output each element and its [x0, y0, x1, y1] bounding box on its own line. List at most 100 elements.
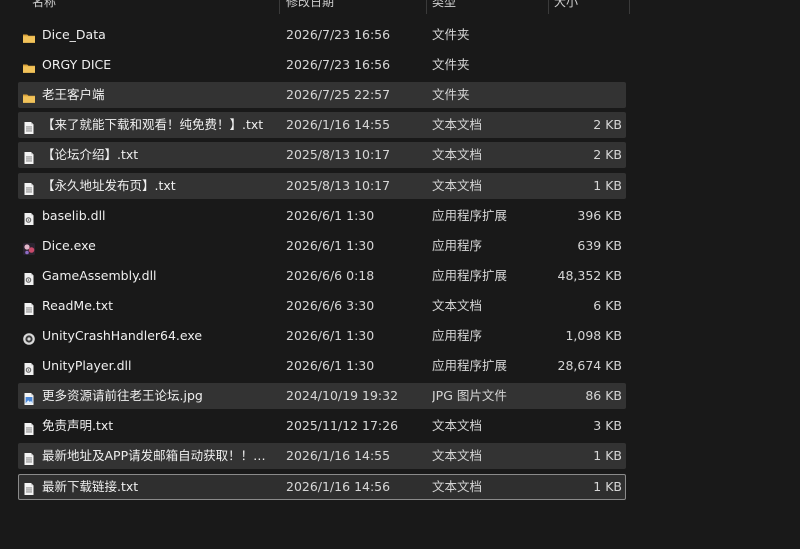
file-row[interactable]: 【来了就能下载和观看！纯免费！】.txt 2026/1/16 14:55 文本文档 2… — [18, 112, 626, 139]
text-file-icon — [22, 480, 36, 495]
file-row[interactable]: Dice.exe 2026/6/1 1:30 应用程序 639 KB — [18, 233, 626, 259]
file-name: 更多资源请前往老王论坛.jpg — [42, 388, 203, 404]
file-type: 文件夹 — [432, 87, 470, 103]
file-size: 86 KB — [585, 388, 622, 404]
file-date: 2026/7/25 22:57 — [286, 87, 391, 103]
file-type: JPG 图片文件 — [432, 388, 507, 404]
dll-file-icon — [22, 209, 36, 225]
file-date: 2026/6/6 3:30 — [286, 297, 375, 313]
file-name: 老王客户端 — [42, 87, 105, 103]
column-size[interactable]: 大小 — [554, 0, 624, 14]
file-size: 28,674 KB — [557, 358, 622, 374]
text-file-icon — [22, 419, 36, 436]
file-row[interactable]: GameAssembly.dll 2026/6/6 0:18 应用程序扩展 48,35… — [18, 263, 626, 289]
dll-file-icon — [22, 359, 36, 376]
folder-icon — [22, 28, 36, 43]
file-size: 2 KB — [593, 117, 622, 133]
file-type: 文件夹 — [432, 27, 470, 42]
file-size: 639 KB — [577, 237, 622, 253]
file-size: 1 KB — [593, 177, 622, 193]
dll-file-icon — [22, 269, 36, 285]
column-divider[interactable] — [426, 0, 427, 14]
file-date: 2026/6/1 1:30 — [286, 358, 375, 374]
column-divider[interactable] — [629, 0, 630, 14]
file-size: 1 KB — [593, 478, 622, 494]
file-name: baselib.dll — [42, 207, 106, 223]
file-row[interactable]: ORGY DICE 2026/7/23 16:56 文件夹 — [18, 52, 626, 78]
file-row[interactable]: Dice_Data 2026/7/23 16:56 文件夹 — [18, 22, 626, 48]
file-type: 文件夹 — [432, 57, 470, 73]
file-type: 文本文档 — [432, 448, 483, 464]
file-name: ReadMe.txt — [42, 297, 114, 313]
file-date: 2026/6/1 1:30 — [286, 237, 375, 253]
column-divider[interactable] — [279, 0, 280, 14]
file-type: 文本文档 — [432, 147, 483, 163]
file-row[interactable]: 最新下载链接.txt 2026/1/16 14:56 文本文档 1 KB — [18, 473, 626, 500]
file-type: 文本文档 — [432, 418, 483, 434]
file-date: 2026/6/1 1:30 — [286, 328, 375, 343]
file-name: UnityPlayer.dll — [42, 358, 132, 374]
file-date: 2026/1/16 14:55 — [286, 448, 391, 464]
folder-icon — [22, 58, 36, 73]
file-type: 应用程序扩展 — [432, 267, 508, 283]
file-size: 48,352 KB — [557, 267, 622, 283]
file-date: 2026/6/1 1:30 — [286, 207, 375, 223]
column-name[interactable]: 名称 — [32, 0, 272, 14]
text-file-icon — [22, 179, 36, 195]
file-date: 2026/1/16 14:56 — [286, 478, 391, 494]
column-type[interactable]: 类型 — [432, 0, 542, 14]
text-file-icon — [22, 148, 36, 165]
file-date: 2026/7/23 16:56 — [286, 57, 391, 73]
file-row[interactable]: UnityPlayer.dll 2026/6/1 1:30 应用程序扩展 28,674… — [18, 353, 626, 379]
file-name: 最新地址及APP请发邮箱自动获取！！！.txt — [42, 448, 277, 464]
file-type: 应用程序扩展 — [432, 358, 508, 374]
file-name: 免责声明.txt — [42, 418, 114, 434]
file-row[interactable]: 【论坛介绍】.txt 2025/8/13 10:17 文本文档 2 KB — [18, 142, 626, 169]
file-type: 文本文档 — [432, 297, 483, 313]
file-type: 应用程序 — [432, 328, 483, 343]
file-row[interactable]: ReadMe.txt 2026/6/6 3:30 文本文档 6 KB — [18, 293, 626, 319]
file-size: 6 KB — [593, 297, 622, 313]
file-name: 【来了就能下载和观看！纯免费！】.txt — [42, 117, 264, 133]
file-row[interactable]: 【永久地址发布页】.txt 2025/8/13 10:17 文本文档 1 KB — [18, 172, 626, 199]
file-name: ORGY DICE — [42, 57, 112, 73]
column-divider[interactable] — [548, 0, 549, 14]
file-size: 3 KB — [593, 418, 622, 434]
file-type: 文本文档 — [432, 117, 483, 133]
text-file-icon — [22, 118, 36, 135]
file-name: 最新下载链接.txt — [42, 478, 139, 494]
file-type: 应用程序扩展 — [432, 207, 508, 223]
file-date: 2025/11/12 17:26 — [286, 418, 399, 434]
file-size: 396 KB — [577, 207, 622, 223]
file-row[interactable]: 更多资源请前往老王论坛.jpg 2024/10/19 19:32 JPG 图片文件 8… — [18, 383, 626, 410]
unity-app-icon — [22, 329, 36, 345]
file-size: 1 KB — [593, 448, 622, 464]
file-name: Dice_Data — [42, 27, 106, 42]
file-name: 【论坛介绍】.txt — [42, 147, 139, 163]
file-row[interactable]: 免责声明.txt 2025/11/12 17:26 文本文档 3 KB — [18, 413, 626, 439]
file-date: 2026/6/6 0:18 — [286, 267, 375, 283]
text-file-icon — [22, 449, 36, 466]
file-name: 【永久地址发布页】.txt — [42, 177, 176, 193]
file-name: Dice.exe — [42, 237, 96, 253]
file-size: 2 KB — [593, 147, 622, 163]
file-date: 2025/8/13 10:17 — [286, 177, 391, 193]
file-type: 文本文档 — [432, 177, 483, 193]
folder-icon — [22, 88, 36, 103]
text-file-icon — [22, 299, 36, 315]
file-type: 文本文档 — [432, 478, 483, 494]
column-header: 名称 修改日期 类型 大小 — [0, 0, 630, 14]
image-file-icon — [22, 389, 36, 406]
file-row[interactable]: 老王客户端 2026/7/25 22:57 文件夹 — [18, 82, 626, 109]
column-date[interactable]: 修改日期 — [286, 0, 416, 14]
file-date: 2025/8/13 10:17 — [286, 147, 391, 163]
file-size: 1,098 KB — [565, 328, 622, 343]
file-row[interactable]: 最新地址及APP请发邮箱自动获取！！！.txt 2026/1/16 14:55 文本… — [18, 443, 626, 470]
file-date: 2026/1/16 14:55 — [286, 117, 391, 133]
dice-app-icon — [22, 239, 36, 255]
file-row[interactable]: baselib.dll 2026/6/1 1:30 应用程序扩展 396 KB — [18, 203, 626, 229]
file-explorer: 名称 修改日期 类型 大小 Dice_Data 2026/7/23 16:56 文件… — [0, 0, 800, 549]
file-row[interactable]: UnityCrashHandler64.exe 2026/6/1 1:30 应用程序… — [18, 323, 626, 349]
file-date: 2026/7/23 16:56 — [286, 27, 391, 42]
file-name: UnityCrashHandler64.exe — [42, 328, 203, 343]
